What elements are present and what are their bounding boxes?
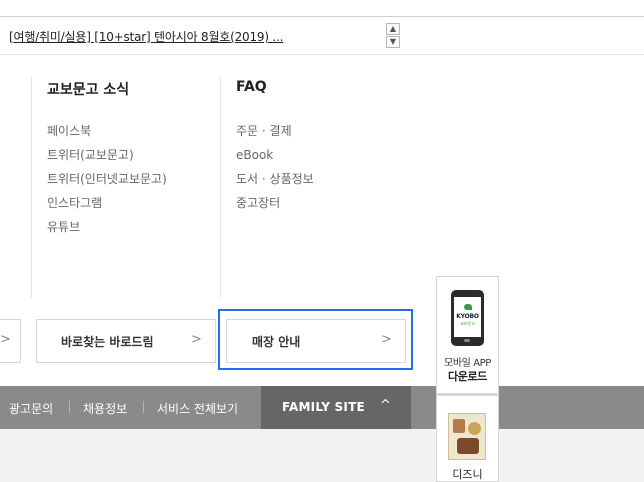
family-site-label: FAMILY SITE (282, 400, 365, 414)
link-twitter-kyobo[interactable]: 트위터(교보문고) (47, 147, 167, 171)
link-careers[interactable]: 채용정보 (83, 400, 127, 417)
link-facebook[interactable]: 페이스북 (47, 123, 167, 147)
link-faq-used-market[interactable]: 중고장터 (236, 195, 314, 219)
faq-column-list: 주문 · 결제 eBook 도서 · 상품정보 중고장터 (236, 123, 314, 219)
column-divider (220, 76, 221, 298)
prev-banner-button[interactable]: > (0, 319, 21, 363)
news-column-title: 교보문고 소식 (47, 82, 130, 98)
footer-separator (143, 401, 144, 413)
quick-menu: KYOBO 교보문고 모바일 APP 다운로드 디즈니 (436, 276, 499, 482)
smartphone-icon: KYOBO 교보문고 (451, 290, 484, 346)
chevron-up-icon[interactable]: ▲ (386, 23, 400, 35)
app-brand-sub-text: 교보문고 (460, 321, 475, 326)
link-youtube[interactable]: 유튜브 (47, 219, 167, 243)
footer-bar: 광고문의 채용정보 서비스 전체보기 FAMILY SITE ^ (0, 386, 644, 429)
chevron-right-icon: > (381, 332, 392, 347)
news-arrows: ▲ ▼ (386, 23, 400, 49)
kyobo-logo-icon (464, 304, 472, 310)
chevron-right-icon: > (191, 332, 202, 347)
book-cover-image (448, 413, 486, 460)
link-twitter-internet-kyobo[interactable]: 트위터(인터넷교보문고) (47, 171, 167, 195)
link-advertising[interactable]: 광고문의 (9, 400, 53, 417)
link-faq-order-payment[interactable]: 주문 · 결제 (236, 123, 314, 147)
link-faq-ebook[interactable]: eBook (236, 147, 314, 171)
store-guide-button[interactable]: 매장 안내 > (226, 319, 406, 363)
barodream-label: 바로찾는 바로드림 (61, 335, 154, 349)
app-brand-text: KYOBO (456, 313, 479, 320)
chevron-down-icon[interactable]: ▼ (386, 36, 400, 48)
page: [여행/취미/실용] [10+star] 텐아시아 8월호(2019) ... … (0, 0, 644, 482)
link-faq-product-info[interactable]: 도서 · 상품정보 (236, 171, 314, 195)
news-column-list: 페이스북 트위터(교보문고) 트위터(인터넷교보문고) 인스타그램 유튜브 (47, 123, 167, 243)
footer-bottom (0, 429, 644, 482)
chevron-up-icon: ^ (380, 398, 391, 413)
footer-separator (69, 401, 70, 413)
faq-column-title: FAQ (236, 79, 267, 95)
barodream-button[interactable]: 바로찾는 바로드림 > (36, 319, 216, 363)
store-guide-label: 매장 안내 (252, 335, 301, 349)
app-caption: 모바일 APP (444, 358, 491, 369)
app-download-caption: 다운로드 (448, 370, 487, 383)
news-headline-link[interactable]: [여행/취미/실용] [10+star] 텐아시아 8월호(2019) ... (9, 28, 284, 45)
mobile-app-download-button[interactable]: KYOBO 교보문고 모바일 APP 다운로드 (437, 277, 498, 393)
link-all-services[interactable]: 서비스 전체보기 (157, 400, 238, 417)
news-ticker: [여행/취미/실용] [10+star] 텐아시아 8월호(2019) ... … (0, 17, 644, 55)
disney-promo-banner[interactable]: 디즈니 (437, 396, 498, 482)
family-site-button[interactable]: FAMILY SITE ^ (261, 386, 411, 429)
column-divider (31, 76, 32, 298)
promo-caption: 디즈니 (452, 468, 483, 481)
link-instagram[interactable]: 인스타그램 (47, 195, 167, 219)
chevron-right-icon: > (0, 332, 11, 347)
